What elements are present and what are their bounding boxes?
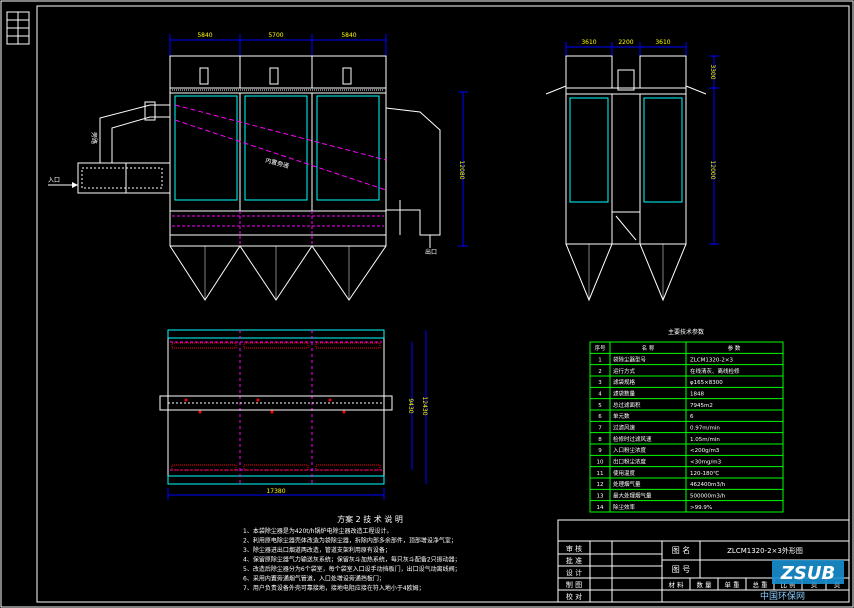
params-cell: 0.97m/min [690,425,720,431]
params-cell: φ165×8300 [690,380,723,386]
params-cell: 7945m2 [690,403,713,409]
params-cell: 2 [598,369,602,375]
plan-view: 17380 9430 12430 [159,329,428,500]
tb-check: 校 对 [566,592,582,601]
tb-bottom-cell: 材 料 [668,580,684,589]
inner-frame [36,5,850,603]
params-header-cell: 名 称 [642,344,655,352]
tb-bottom-cell: 数 量 [696,580,712,589]
params-cell: 10 [597,459,604,465]
dim-plan-width: 17380 [266,488,285,495]
params-cell: 滤袋规格 [613,378,636,386]
dim-front-top-2: 5700 [268,32,283,39]
notes-title: 方案 2 技 术 说 明 [337,514,403,524]
tb-bottom-cell: 总 重 [752,580,768,589]
dim-side-top-3: 3610 [655,39,670,46]
params-cell: 滤袋数量 [613,389,636,397]
note-line: 4、保留原除尘器气力输送灰系统；保留灰斗加热系统，每只灰斗配备2只振动器； [243,556,461,564]
params-cell: 9 [598,448,602,454]
side-view: 3610 2200 3610 3300 12000 [545,39,719,302]
params-cell: 120-180℃ [690,470,719,477]
params-cell: 13 [597,493,604,499]
note-line: 6、采用内置旁通烟气管道，入口处增设旁通挡板门； [243,575,385,583]
params-cell: 入口粉尘浓度 [613,446,647,454]
params-title: 主要技术参数 [668,328,704,336]
params-cell: ZLCM1320-2×3 [690,357,734,363]
dim-side-top-1: 3610 [581,39,596,46]
tb-approve: 批 准 [566,556,582,565]
params-cell: 6 [690,414,694,420]
params-cell: 11 [597,471,604,477]
params-cell: 总过滤面积 [613,401,641,409]
dim-plan-inner: 9430 [407,398,414,413]
note-line: 3、除尘器进出口烟道两改造，管道支架利用原有设备； [243,546,391,554]
note-line: 2、利用原电除尘器壳体改造为袋除尘器，拆除内部多余部件，顶部增设净气室； [243,537,457,545]
params-cell: 1.05m/min [690,437,720,443]
tb-name-label: 图 名 [672,545,691,555]
dim-side-height: 12000 [709,160,716,179]
tb-review: 审 核 [566,544,582,553]
params-cell: 500000m3/h [690,493,726,499]
inner-bypass-label: 内置旁通 [264,156,289,170]
inlet-label: 入口 [48,177,60,184]
note-line: 1、本袋除尘器是为420t/h锅炉电除尘器改造工程设计。 [243,527,392,535]
params-cell: 运行方式 [613,367,636,375]
params-cell: 462400m3/h [690,482,726,488]
tb-bottom-cell: 单 重 [724,580,740,589]
tb-drawing-name: ZLCM1320-2×3外形图 [727,546,803,555]
tb-no-label: 图 号 [672,565,691,574]
params-header-cell: 序号 [594,344,606,352]
tb-design: 设 计 [566,568,582,577]
params-cell: 出口粉尘浓度 [613,457,647,465]
params-cell: 1848 [690,391,704,397]
params-cell: 在线清灰、离线检修 [690,367,740,375]
bypass-label: 旁路 [90,132,98,144]
tb-draw: 制 图 [566,580,582,589]
params-cell: 3 [598,380,602,386]
params-header-cell: 参 数 [728,344,741,352]
params-cell: 1 [598,357,602,363]
watermark-site: 中国环保网 [760,590,805,602]
params-cell: 12 [597,482,604,488]
params-cell: 8 [598,437,602,443]
params-cell: 14 [597,505,604,511]
outlet-label: 出口 [425,248,437,256]
params-cell: >99.9% [690,505,712,511]
front-view: 5840 5700 5840 内置旁通 入口 旁路 出口 12080 [48,32,468,301]
params-cell: <200g/m3 [690,448,720,454]
params-cell: 7 [598,425,602,431]
dim-front-top-3: 5840 [341,32,356,39]
dim-side-top-2: 2200 [618,39,633,46]
params-cell: 袋除尘器型号 [613,355,647,363]
drawing-canvas: 5840 5700 5840 内置旁通 入口 旁路 出口 12080 3610 … [0,0,854,608]
params-cell: 检修时过滤风速 [613,435,652,443]
dim-front-top-1: 5840 [197,32,212,39]
dim-plan-outer: 12430 [421,396,428,415]
params-cell: 6 [598,414,602,420]
note-line: 7、用户负责设备外壳可靠接地，接地电阻应接在符入地小于4欧姆； [243,584,425,592]
note-line: 5、改造后除尘器分为6个袋室，每个袋室入口设手动挡板门，出口设气动离线阀； [243,565,461,573]
dim-front-height: 12080 [458,160,465,179]
params-cell: 除尘效率 [613,503,636,511]
tech-notes: 方案 2 技 术 说 明 1、本袋除尘器是为420t/h锅炉电除尘器改造工程设计… [243,514,461,592]
params-cell: 最大处理烟气量 [613,491,652,499]
params-cell: 5 [598,403,602,409]
params-cell: <30mg/m3 [690,459,722,465]
params-cell: 处理烟气量 [613,480,641,488]
dim-side-upper: 3300 [709,64,716,79]
params-cell: 单元数 [613,412,630,420]
watermark-logo: ZSUB [780,563,835,584]
params-cell: 使用温度 [613,469,636,477]
params-table: 主要技术参数 序号 名 称 参 数 1 袋除尘器型号 ZLCM1320-2×3 2 运行方式 在… [589,328,784,513]
params-cell: 过滤风速 [613,423,636,431]
params-cell: 4 [598,391,602,397]
outer-frame [0,0,854,608]
watermark: ZSUB 中国环保网 [760,560,844,602]
